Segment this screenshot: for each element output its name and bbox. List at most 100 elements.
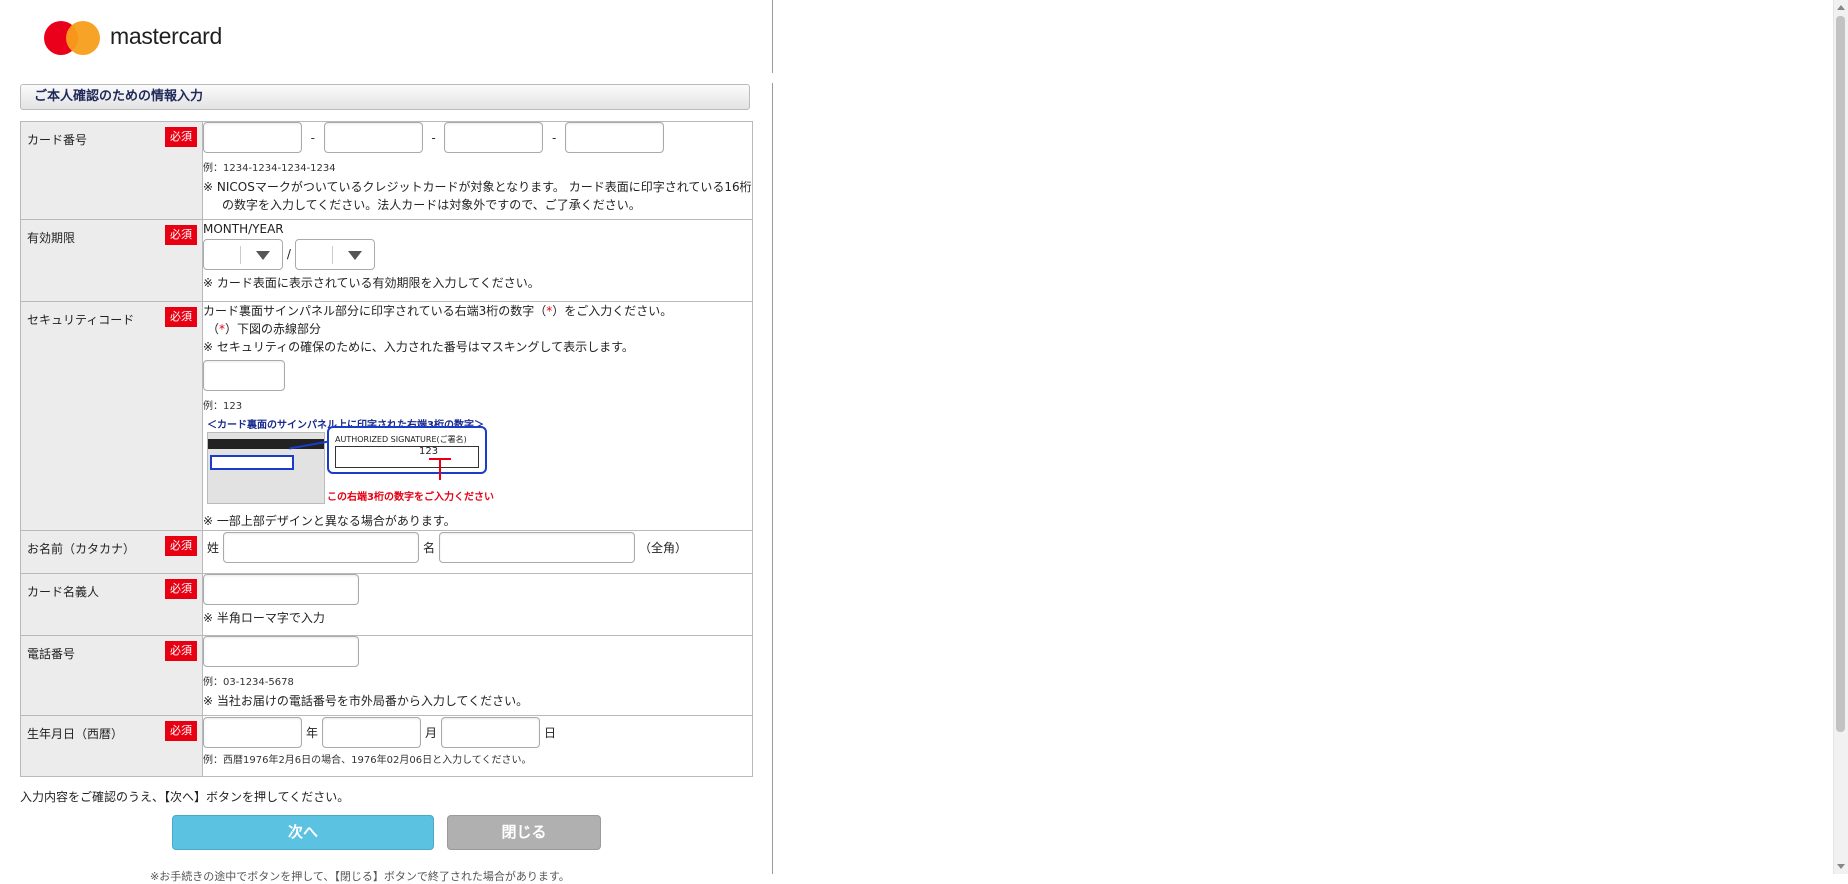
sample-digits: 123 (419, 446, 439, 457)
birth-year-input[interactable] (203, 717, 302, 748)
required-badge: 必須 (165, 307, 197, 327)
instruction-text: カード裏面サインパネル部分に印字されている右端3桁の数字（ (203, 304, 547, 318)
card-number-label: カード番号 (27, 133, 88, 147)
card-holder-input[interactable] (203, 574, 359, 605)
name-kana-label: お名前（カタカナ） (27, 542, 136, 556)
first-name-input[interactable] (439, 532, 636, 563)
instruction-text-end: ）をご入力ください。 (552, 304, 673, 318)
select-divider (331, 246, 333, 264)
row-name-kana: お名前（カタカナ） 必須 姓 名 （全角） (20, 530, 753, 574)
card-holder-label: カード名義人 (27, 585, 100, 599)
required-badge: 必須 (165, 579, 197, 599)
expiry-year-select[interactable] (294, 239, 375, 270)
security-code-example: 例：123 (203, 401, 243, 412)
fullwidth-note: （全角） (639, 541, 688, 555)
required-badge: 必須 (165, 536, 197, 556)
signature-panel (210, 455, 294, 470)
value-cell: - - - 例：1234-1234-1234-1234 ※ NICOSマークがつ… (202, 121, 753, 220)
first-name-label: 名 (423, 541, 436, 555)
frame-divider-top (772, 0, 773, 73)
scroll-down-icon[interactable] (1837, 864, 1845, 869)
value-cell: 年 月 日 例：西暦1976年2月6日の場合、1976年02月06日と入力してく… (202, 715, 753, 777)
chevron-down-icon (256, 251, 270, 260)
phone-label: 電話番号 (27, 647, 76, 661)
row-card-number: カード番号 必須 - - - 例：1234-1234-1234-1234 ※ N… (20, 121, 753, 220)
card-back-image (207, 432, 325, 504)
required-badge: 必須 (165, 721, 197, 741)
separator: - (310, 130, 315, 145)
footer-instruction: 入力内容をご確認のうえ、【次へ】ボタンを押してください。 (20, 790, 350, 804)
value-cell: 例：03-1234-5678 ※ 当社お届けの電話番号を市外局番から入力してくだ… (202, 635, 753, 716)
subnote-text: ）下図の赤線部分 (225, 322, 322, 336)
card-back-illustration: ＜カード裏面のサインパネル上に印字された右端3桁の数字＞ AUTHORIZED … (203, 416, 503, 508)
value-cell: ※ 半角ローマ字で入力 (202, 573, 753, 636)
label-cell: 生年月日（西暦） 必須 (20, 715, 203, 777)
signature-label: AUTHORIZED SIGNATURE(ご署名) (335, 435, 467, 444)
month-label: 月 (425, 726, 438, 740)
label-cell: カード番号 必須 (20, 121, 203, 220)
section-title: ご本人確認のための情報入力 (20, 84, 750, 110)
value-cell: MONTH/YEAR / ※ カード表面に表示されている有効期限を入力してくださ… (202, 219, 753, 302)
design-note: ※ 一部上部デザインと異なる場合があります。 (203, 514, 456, 528)
birth-day-input[interactable] (441, 717, 541, 748)
separator: - (431, 130, 436, 145)
logo-orange-circle (66, 21, 100, 55)
expiry-label: 有効期限 (27, 231, 76, 245)
card-number-input-2[interactable] (323, 122, 423, 153)
scrollbar-thumb[interactable] (1836, 16, 1845, 732)
year-label: 年 (306, 726, 319, 740)
next-button[interactable]: 次へ (172, 815, 434, 850)
security-code-instruction: カード裏面サインパネル部分に印字されている右端3桁の数字（*）をご入力ください。 (203, 302, 752, 320)
phone-input[interactable] (203, 636, 359, 667)
security-code-input[interactable] (203, 360, 285, 391)
value-cell: 姓 名 （全角） (202, 530, 753, 574)
paren-open: （ (207, 322, 220, 336)
row-card-holder: カード名義人 必須 ※ 半角ローマ字で入力 (20, 573, 753, 636)
security-code-mask-note: ※ セキュリティの確保のために、入力された番号はマスキングして表示します。 (203, 340, 634, 354)
security-code-subnote: （*）下図の赤線部分 (203, 320, 752, 338)
label-cell: セキュリティコード 必須 (20, 301, 203, 531)
required-badge: 必須 (165, 641, 197, 661)
birth-month-input[interactable] (322, 717, 422, 748)
row-phone: 電話番号 必須 例：03-1234-5678 ※ 当社お届けの電話番号を市外局番… (20, 635, 753, 716)
mastercard-logo: mastercard (44, 19, 264, 57)
label-cell: 電話番号 必須 (20, 635, 203, 716)
expiry-format: MONTH/YEAR (203, 222, 284, 236)
card-number-input-3[interactable] (444, 122, 544, 153)
birthday-example: 例：西暦1976年2月6日の場合、1976年02月06日と入力してください。 (203, 755, 532, 766)
frame-divider (772, 83, 773, 874)
page-scrollbar[interactable] (1833, 0, 1848, 874)
expiry-separator: / (286, 247, 291, 261)
card-holder-note: ※ 半角ローマ字で入力 (203, 611, 325, 625)
required-badge: 必須 (165, 127, 197, 147)
phone-example: 例：03-1234-5678 (203, 677, 294, 688)
label-cell: カード名義人 必須 (20, 573, 203, 636)
red-pointer (439, 458, 441, 480)
card-number-example: 例：1234-1234-1234-1234 (203, 163, 336, 174)
expiry-note: ※ カード表面に表示されている有効期限を入力してください。 (203, 276, 540, 290)
last-name-input[interactable] (223, 532, 420, 563)
last-name-label: 姓 (207, 541, 220, 555)
separator: - (551, 130, 557, 145)
row-expiry: 有効期限 必須 MONTH/YEAR / ※ カード表面に表示されている有効期限… (20, 219, 753, 302)
card-number-input-1[interactable] (203, 122, 302, 153)
signature-box (335, 446, 479, 468)
day-label: 日 (544, 726, 557, 740)
close-button[interactable]: 閉じる (447, 815, 601, 850)
birthday-label: 生年月日（西暦） (27, 727, 124, 741)
illustration-caption: この右端3桁の数字をご入力ください (327, 492, 494, 503)
card-number-input-4[interactable] (564, 122, 664, 153)
info-form: カード番号 必須 - - - 例：1234-1234-1234-1234 ※ N… (20, 121, 753, 777)
security-code-label: セキュリティコード (27, 313, 135, 327)
label-cell: お名前（カタカナ） 必須 (20, 530, 203, 574)
expiry-month-select[interactable] (203, 239, 283, 270)
value-cell: カード裏面サインパネル部分に印字されている右端3桁の数字（*）をご入力ください。… (202, 301, 753, 531)
label-cell: 有効期限 必須 (20, 219, 203, 302)
phone-note: ※ 当社お届けの電話番号を市外局番から入力してください。 (203, 694, 529, 708)
chevron-down-icon (347, 251, 362, 260)
auth-frame: mastercard ご本人確認のための情報入力 カード番号 必須 - - - … (0, 0, 772, 883)
brand-name: mastercard (110, 23, 223, 49)
row-security-code: セキュリティコード 必須 カード裏面サインパネル部分に印字されている右端3桁の数… (20, 301, 753, 531)
signature-zoom: AUTHORIZED SIGNATURE(ご署名) 123 (327, 426, 487, 474)
scroll-up-icon[interactable] (1837, 5, 1845, 10)
